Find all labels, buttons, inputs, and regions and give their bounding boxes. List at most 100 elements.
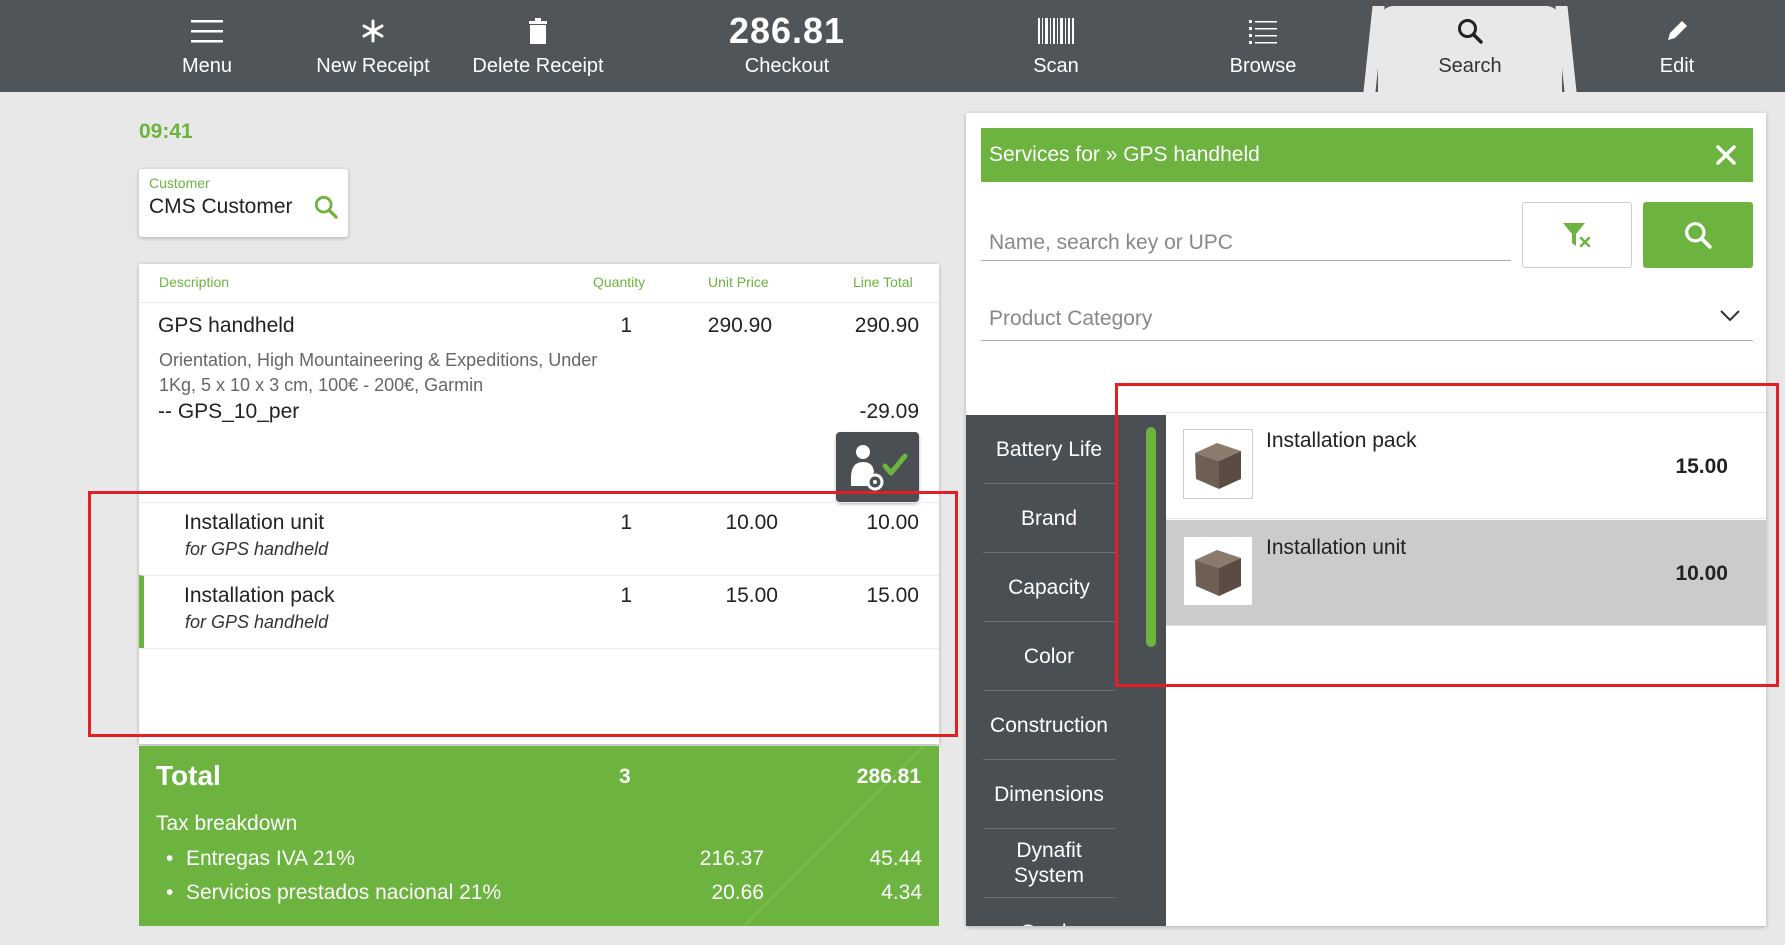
services-header-title: Services for » GPS handheld	[989, 143, 1260, 166]
service-quantity: 1	[620, 584, 632, 607]
search-icon	[1685, 222, 1712, 249]
barcode-icon	[1038, 13, 1074, 49]
clock-time: 09:41	[139, 120, 193, 143]
asterisk-icon	[360, 13, 386, 49]
clear-filter-button[interactable]	[1522, 202, 1632, 268]
total-quantity: 3	[619, 765, 631, 788]
tax-base: 216.37	[699, 847, 764, 870]
service-unit-price: 15.00	[725, 584, 778, 607]
product-category-select[interactable]: Product Category	[981, 295, 1753, 341]
edit-label: Edit	[1659, 55, 1695, 77]
line-product-description: Orientation, High Mountaineering & Exped…	[159, 350, 598, 395]
category-item[interactable]: Grade	[983, 898, 1115, 927]
scan-label: Scan	[1033, 55, 1079, 77]
close-icon[interactable]	[1713, 142, 1739, 168]
category-item[interactable]: Dynafit System	[983, 829, 1115, 898]
result-name: Installation unit	[1266, 536, 1407, 559]
total-amount: 286.81	[856, 765, 921, 788]
delete-receipt-label: Delete Receipt	[472, 55, 604, 77]
new-receipt-button[interactable]: New Receipt	[308, 0, 438, 92]
service-result-item[interactable]: Installation pack 15.00	[1166, 413, 1766, 519]
header-line-total: Line Total	[853, 274, 913, 290]
search-label: Search	[1438, 55, 1502, 77]
search-tab-button[interactable]: Search	[1420, 0, 1520, 92]
service-unit-price: 10.00	[725, 511, 778, 534]
new-receipt-label: New Receipt	[316, 55, 430, 77]
line-unit-price: 290.90	[707, 314, 772, 337]
receipt-line-service[interactable]: Installation unit for GPS handheld 1 10.…	[139, 502, 939, 575]
header-unit-price: Unit Price	[708, 274, 769, 290]
list-icon	[1249, 13, 1277, 49]
product-search-input[interactable]: Name, search key or UPC	[981, 201, 1511, 261]
services-header: Services for » GPS handheld	[981, 128, 1753, 182]
tax-name: Entregas IVA 21%	[186, 847, 355, 870]
checkout-label: Checkout	[744, 55, 830, 77]
tax-name: Servicios prestados nacional 21%	[186, 881, 502, 904]
search-icon	[1457, 13, 1483, 49]
service-result-item-highlighted[interactable]: Installation unit 10.00	[1166, 520, 1766, 626]
service-line-total: 15.00	[866, 584, 919, 607]
line-quantity: 1	[620, 314, 632, 337]
customer-label: Customer	[149, 175, 210, 191]
header-quantity: Quantity	[593, 274, 646, 290]
edit-button[interactable]: Edit	[1627, 0, 1727, 92]
box-icon	[1195, 443, 1241, 489]
result-name: Installation pack	[1266, 429, 1417, 452]
receipt-total-panel: Total 3 286.81 Tax breakdown • Entregas …	[139, 746, 939, 926]
service-mechanic-check-icon	[850, 445, 907, 491]
category-filter-sidebar: Battery Life Brand Capacity Color Constr…	[966, 415, 1166, 926]
category-placeholder: Product Category	[989, 307, 1153, 330]
filter-clear-icon	[1563, 223, 1591, 248]
category-item[interactable]: Color	[983, 622, 1115, 691]
delete-receipt-button[interactable]: Delete Receipt	[466, 0, 610, 92]
browse-button[interactable]: Browse	[1213, 0, 1313, 92]
trash-icon	[527, 13, 549, 49]
service-quantity: 1	[620, 511, 632, 534]
sidebar-scrollbar[interactable]	[1146, 427, 1156, 647]
services-button[interactable]	[836, 432, 919, 502]
service-name: Installation unit	[184, 511, 325, 534]
tax-breakdown-heading: Tax breakdown	[156, 812, 298, 835]
tax-amount: 45.44	[869, 847, 922, 870]
category-item[interactable]: Dimensions	[983, 760, 1115, 829]
service-line-total: 10.00	[866, 511, 919, 534]
result-price: 10.00	[1675, 562, 1728, 585]
receipt-lines-table: Description Quantity Unit Price Line Tot…	[139, 264, 939, 744]
tax-amount: 4.34	[881, 881, 922, 904]
result-price: 15.00	[1675, 455, 1728, 478]
product-thumbnail	[1183, 429, 1253, 499]
top-toolbar: Menu New Receipt Delete Receipt 286.81 C…	[0, 0, 1785, 92]
service-name: Installation pack	[184, 584, 335, 607]
checkout-button[interactable]: 286.81 Checkout	[712, 0, 862, 92]
service-related-product: for GPS handheld	[185, 612, 329, 632]
service-related-product: for GPS handheld	[185, 539, 329, 559]
receipt-header-row: Description Quantity Unit Price Line Tot…	[139, 264, 939, 303]
chevron-down-icon	[1720, 310, 1740, 322]
customer-search-icon[interactable]	[314, 195, 338, 219]
row-divider	[139, 648, 939, 649]
line-discount-amount: -29.09	[859, 400, 919, 423]
product-search-button[interactable]	[1643, 202, 1753, 268]
category-item[interactable]: Brand	[983, 484, 1115, 553]
header-description: Description	[159, 274, 230, 290]
pencil-icon	[1664, 13, 1690, 49]
browse-label: Browse	[1229, 55, 1297, 77]
tax-base: 20.66	[711, 881, 764, 904]
category-item[interactable]: Capacity	[983, 553, 1115, 622]
customer-selector[interactable]: Customer CMS Customer	[139, 169, 348, 237]
product-thumbnail	[1183, 536, 1253, 606]
customer-name: CMS Customer	[149, 195, 293, 218]
scan-button[interactable]: Scan	[1006, 0, 1106, 92]
total-label: Total	[156, 760, 221, 791]
line-total: 290.90	[854, 314, 919, 337]
category-item[interactable]: Construction	[983, 691, 1115, 760]
menu-button[interactable]: Menu	[147, 0, 267, 92]
hamburger-icon	[191, 13, 223, 49]
line-discount-name: -- GPS_10_per	[158, 400, 300, 423]
checkout-amount: 286.81	[728, 10, 846, 51]
receipt-line-service-selected[interactable]: Installation pack for GPS handheld 1 15.…	[139, 575, 939, 648]
menu-label: Menu	[181, 55, 233, 77]
box-icon	[1195, 550, 1241, 596]
services-search-panel: Services for » GPS handheld Name, search…	[966, 113, 1766, 926]
category-item[interactable]: Battery Life	[983, 415, 1115, 484]
